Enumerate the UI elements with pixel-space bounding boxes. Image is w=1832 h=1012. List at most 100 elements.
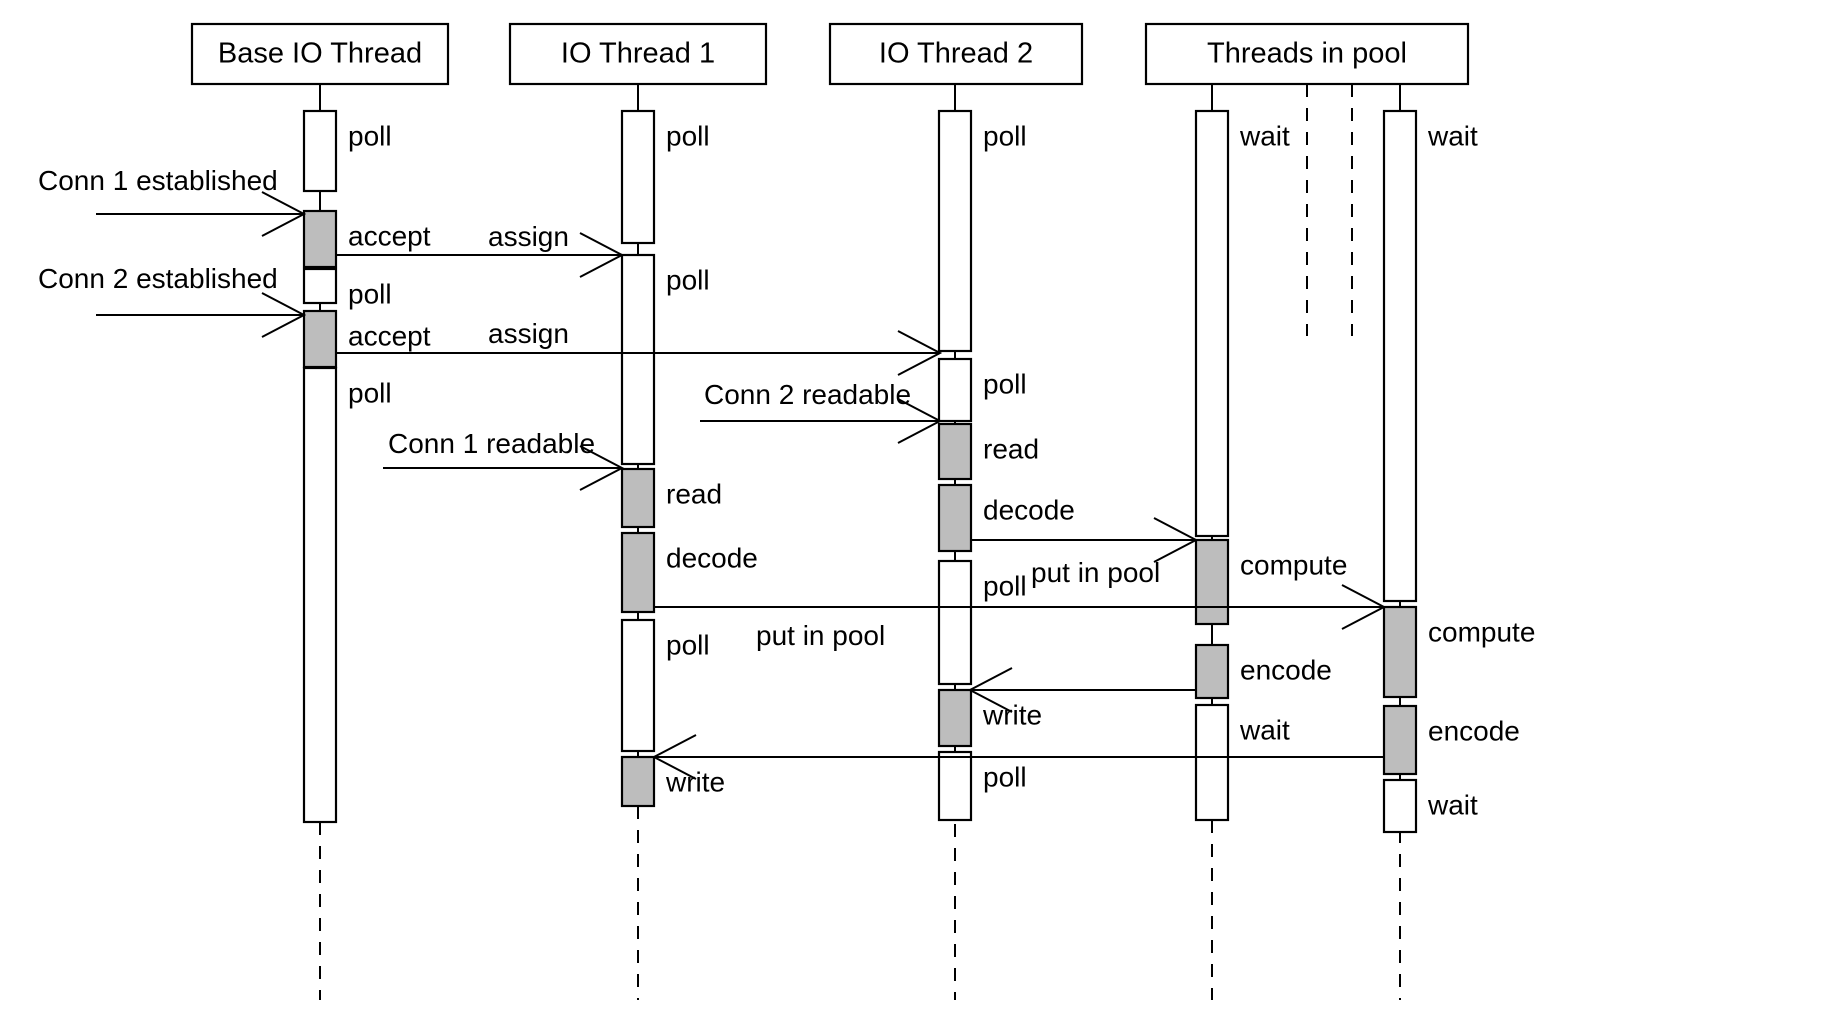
message-label: assign: [488, 221, 569, 252]
message-label: Conn 1 established: [38, 165, 278, 196]
activation-label: decode: [983, 494, 1075, 525]
activation-label: read: [666, 478, 722, 509]
activation-label: poll: [983, 761, 1027, 792]
activation-bar[interactable]: [1382, 109, 1418, 603]
activation-label: write: [982, 699, 1042, 730]
activation-bar[interactable]: [1194, 643, 1230, 700]
activation-label: compute: [1428, 616, 1535, 647]
lifeline-header-label: IO Thread 2: [879, 38, 1033, 70]
activation-bar[interactable]: [620, 253, 656, 466]
activation-label: encode: [1428, 715, 1520, 746]
activation-bar[interactable]: [302, 309, 338, 369]
activation-bar[interactable]: [620, 755, 656, 808]
lifeline-header-label: IO Thread 1: [561, 38, 715, 70]
activation-pool2-wait-1[interactable]: wait: [1382, 109, 1478, 603]
activation-bar[interactable]: [1382, 704, 1418, 776]
activation-io1-read[interactable]: read: [620, 467, 722, 529]
message-label: Conn 2 readable: [704, 379, 911, 410]
message-conn-1-established[interactable]: Conn 1 established: [38, 165, 307, 237]
activation-pool2-wait-2[interactable]: wait: [1382, 778, 1478, 834]
activation-io2-poll-2[interactable]: poll: [937, 357, 1027, 423]
lifeline-header-io-thread-2[interactable]: IO Thread 2: [828, 22, 1084, 86]
activation-bar[interactable]: [620, 109, 656, 245]
activation-pool2-compute[interactable]: compute: [1382, 605, 1535, 699]
lifeline-header-base-io-thread[interactable]: Base IO Thread: [190, 22, 450, 86]
activation-io1-write[interactable]: write: [620, 755, 725, 808]
activation-pool1-wait-2[interactable]: wait: [1194, 703, 1290, 822]
activations-layer: poll accept poll accept poll poll poll read deco…: [302, 109, 1535, 834]
activation-label: accept: [348, 320, 431, 351]
activation-bar[interactable]: [1382, 778, 1418, 834]
activation-label: poll: [666, 120, 710, 151]
message-conn-1-readable[interactable]: Conn 1 readable: [383, 428, 625, 491]
activation-label: compute: [1240, 549, 1347, 580]
activation-io1-poll-1[interactable]: poll: [620, 109, 710, 245]
activation-io2-write[interactable]: write: [937, 688, 1042, 748]
lifeline-headers-layer: Base IO Thread IO Thread 1 IO Thread 2 Thre…: [190, 22, 1470, 86]
activation-label: decode: [666, 542, 758, 573]
message-conn-2-readable[interactable]: Conn 2 readable: [700, 379, 943, 444]
activation-bar[interactable]: [1194, 703, 1230, 822]
activation-io2-decode[interactable]: decode: [937, 483, 1075, 553]
lifeline-header-label: Threads in pool: [1207, 38, 1407, 70]
activation-bar[interactable]: [620, 531, 656, 614]
message-label: put in pool: [756, 620, 885, 651]
message-label: assign: [488, 318, 569, 349]
activation-bar[interactable]: [1194, 109, 1230, 538]
activation-bar[interactable]: [302, 267, 338, 305]
activation-base-accept-2[interactable]: accept: [302, 309, 431, 369]
activation-label: wait: [1239, 714, 1290, 745]
activation-pool1-compute[interactable]: compute: [1194, 538, 1347, 626]
activation-io1-decode[interactable]: decode: [620, 531, 758, 614]
activation-bar[interactable]: [937, 559, 973, 686]
activation-bar[interactable]: [937, 750, 973, 822]
message-label: put in pool: [1031, 557, 1160, 588]
activation-base-poll-2[interactable]: poll: [302, 267, 392, 309]
activation-pool2-encode[interactable]: encode: [1382, 704, 1520, 776]
activation-label: wait: [1427, 789, 1478, 820]
activation-io1-poll-3[interactable]: poll: [620, 618, 710, 753]
sequence-diagram-svg: poll accept poll accept poll poll poll read deco…: [38, 22, 1535, 1000]
activation-bar[interactable]: [937, 357, 973, 423]
activation-base-poll-1[interactable]: poll: [302, 109, 392, 193]
activation-bar[interactable]: [1382, 605, 1418, 699]
activation-io1-poll-2[interactable]: poll: [620, 253, 710, 466]
messages-layer: Conn 1 established Conn 2 established assi…: [38, 165, 1387, 780]
activation-bar[interactable]: [937, 422, 973, 481]
activation-io2-poll-4[interactable]: poll: [937, 750, 1027, 822]
activation-io2-read[interactable]: read: [937, 422, 1039, 481]
activation-pool1-wait-1[interactable]: wait: [1194, 109, 1290, 538]
activation-bar[interactable]: [302, 109, 338, 193]
activation-label: poll: [983, 120, 1027, 151]
activation-label: poll: [348, 120, 392, 151]
activation-bar[interactable]: [1194, 538, 1230, 626]
activation-bar[interactable]: [937, 483, 973, 553]
activation-label: wait: [1427, 120, 1478, 151]
activation-base-accept-1[interactable]: accept: [302, 209, 431, 269]
activation-bar[interactable]: [937, 109, 973, 353]
activation-bar[interactable]: [620, 467, 656, 529]
activation-label: poll: [666, 264, 710, 295]
activation-bar[interactable]: [302, 209, 338, 269]
activation-bar[interactable]: [302, 366, 338, 824]
activation-pool1-encode[interactable]: encode: [1194, 643, 1332, 700]
activation-label: wait: [1239, 120, 1290, 151]
activation-label: poll: [348, 377, 392, 408]
activation-label: poll: [666, 629, 710, 660]
activation-label: write: [665, 766, 725, 797]
activation-io2-poll-3[interactable]: poll: [937, 559, 1027, 686]
activation-io2-poll-1[interactable]: poll: [937, 109, 1027, 353]
message-conn-2-established[interactable]: Conn 2 established: [38, 263, 307, 338]
lifelines-layer: [319, 84, 1401, 1000]
activation-label: poll: [348, 278, 392, 309]
activation-base-poll-3[interactable]: poll: [302, 366, 392, 824]
lifeline-header-io-thread-1[interactable]: IO Thread 1: [508, 22, 768, 86]
activation-bar[interactable]: [937, 688, 973, 748]
activation-label: read: [983, 433, 1039, 464]
activation-label: encode: [1240, 654, 1332, 685]
message-label: Conn 2 established: [38, 263, 278, 294]
activation-bar[interactable]: [620, 618, 656, 753]
lifeline-header-pool-thread-1[interactable]: Threads in pool: [1144, 22, 1470, 86]
activation-label: poll: [983, 570, 1027, 601]
activation-label: accept: [348, 220, 431, 251]
